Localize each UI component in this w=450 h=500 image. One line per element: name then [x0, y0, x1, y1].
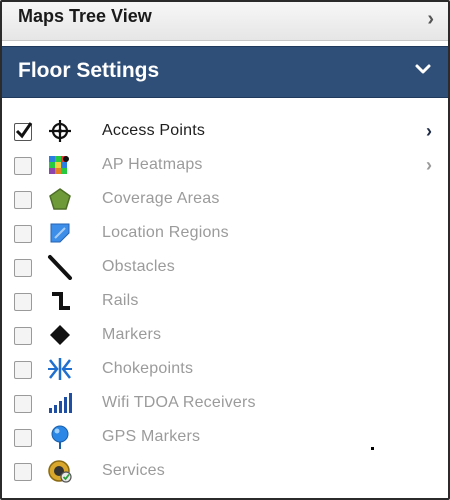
rail-icon [52, 292, 70, 310]
layer-label: Markers [102, 326, 162, 343]
layer-row-obstacles[interactable]: Obstacles [2, 251, 448, 285]
floor-settings-title: Floor Settings [18, 59, 160, 82]
layer-row-coverage-areas[interactable]: Coverage Areas [2, 183, 448, 217]
layer-row-wifi-tdoa-receivers[interactable]: Wifi TDOA Receivers [2, 387, 448, 421]
chevron-right-icon[interactable]: › [426, 155, 432, 176]
services-icon [48, 460, 72, 483]
layers-panel: Maps Tree View › Floor Settings Access P… [0, 0, 450, 500]
signal-bars-icon [49, 393, 72, 413]
services-checkbox[interactable] [14, 463, 32, 481]
stray-dot [371, 447, 374, 450]
chevron-down-icon[interactable] [412, 58, 434, 80]
layer-label: AP Heatmaps [102, 156, 203, 173]
gps-markers-checkbox[interactable] [14, 429, 32, 447]
layer-row-rails[interactable]: Rails [2, 285, 448, 319]
chevron-right-icon[interactable]: › [427, 8, 434, 31]
marker-icon [50, 325, 70, 345]
markers-checkbox[interactable] [14, 327, 32, 345]
layer-label: Chokepoints [102, 360, 194, 377]
chokepoints-checkbox[interactable] [14, 361, 32, 379]
heatmap-icon [49, 156, 69, 174]
layer-label: Rails [102, 292, 139, 309]
chokepoint-icon [48, 358, 72, 380]
layer-label: Obstacles [102, 258, 175, 275]
layer-row-location-regions[interactable]: Location Regions [2, 217, 448, 251]
coverage-areas-checkbox[interactable] [14, 191, 32, 209]
layer-row-services[interactable]: Services [2, 455, 448, 489]
ap-heatmaps-checkbox[interactable] [14, 157, 32, 175]
location-regions-checkbox[interactable] [14, 225, 32, 243]
layer-label: GPS Markers [102, 428, 201, 445]
layer-row-gps-markers[interactable]: GPS Markers [2, 421, 448, 455]
layer-row-ap-heatmaps[interactable]: AP Heatmaps › [2, 149, 448, 183]
layer-label: Coverage Areas [102, 190, 220, 207]
rails-checkbox[interactable] [14, 293, 32, 311]
access-point-icon [49, 120, 71, 142]
layer-row-markers[interactable]: Markers [2, 319, 448, 353]
layer-row-chokepoints[interactable]: Chokepoints [2, 353, 448, 387]
chevron-right-icon[interactable]: › [426, 121, 432, 142]
layer-label: Services [102, 462, 165, 479]
coverage-area-icon [49, 188, 71, 210]
floor-settings-header[interactable]: Floor Settings [2, 46, 448, 98]
layer-label: Access Points [102, 122, 206, 139]
access-points-checkbox[interactable] [14, 122, 33, 141]
maps-tree-view-header[interactable]: Maps Tree View › [2, 2, 448, 41]
wifi-tdoa-receivers-checkbox[interactable] [14, 395, 32, 413]
layer-label: Wifi TDOA Receivers [102, 394, 256, 411]
layer-row-access-points[interactable]: Access Points › [2, 115, 448, 149]
location-region-icon [50, 223, 70, 243]
maps-tree-view-title: Maps Tree View [18, 6, 152, 26]
obstacles-checkbox[interactable] [14, 259, 32, 277]
layer-label: Location Regions [102, 224, 229, 241]
gps-pin-icon [51, 425, 69, 449]
obstacle-icon [48, 255, 72, 280]
